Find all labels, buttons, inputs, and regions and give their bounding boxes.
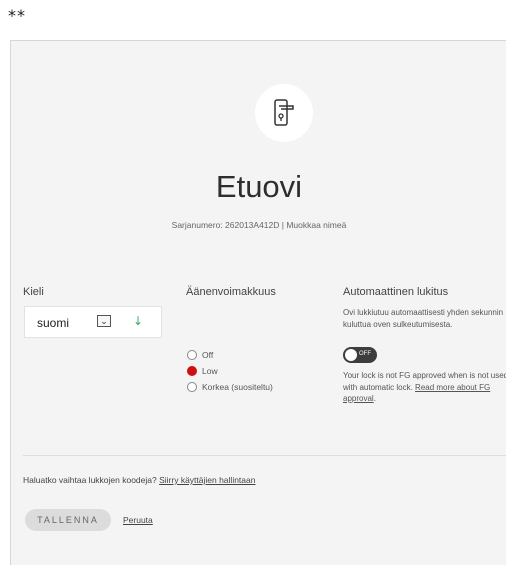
codes-prompt-line: Haluatko vaihtaa lukkojen koodeja? Siirr… xyxy=(23,475,255,485)
fg-approval-note: Your lock is not FG approved when is not… xyxy=(343,370,506,405)
lock-avatar xyxy=(255,84,313,142)
serial-line: Sarjanumero: 262013A412D | Muokkaa nimeä xyxy=(11,220,506,230)
autolock-label: Automaattinen lukitus xyxy=(343,286,449,298)
toggle-knob xyxy=(345,349,357,361)
user-management-link[interactable]: Siirry käyttäjien hallintaan xyxy=(159,475,255,485)
door-handle-icon xyxy=(274,99,294,126)
codes-prompt: Haluatko vaihtaa lukkojen koodeja? xyxy=(23,475,160,485)
section-divider xyxy=(23,455,506,456)
fg-link-suffix: . xyxy=(373,394,376,403)
arrow-down-icon: ↓ xyxy=(133,314,144,328)
volume-option-label: Korkea (suositeltu) xyxy=(202,382,273,392)
chevron-down-icon[interactable]: ⌄ xyxy=(97,315,111,327)
volume-option-label: Low xyxy=(202,366,218,376)
volume-label: Äänenvoimakkuus xyxy=(186,286,276,298)
radio-low[interactable] xyxy=(187,366,197,376)
autolock-toggle[interactable]: OFF xyxy=(343,347,377,363)
language-selected-value: suomi xyxy=(37,316,70,330)
lock-settings-panel: Etuovi Sarjanumero: 262013A412D | Muokka… xyxy=(10,40,506,565)
volume-option-label: Off xyxy=(202,350,214,360)
language-select[interactable]: suomi ⌄ ↓ xyxy=(24,306,162,338)
rename-link[interactable]: Muokkaa nimeä xyxy=(286,220,346,230)
lock-name: Etuovi xyxy=(215,169,303,204)
radio-high[interactable] xyxy=(187,382,197,392)
volume-option-low[interactable]: Low xyxy=(187,366,218,376)
volume-option-off[interactable]: Off xyxy=(187,350,213,360)
volume-option-high[interactable]: Korkea (suositeltu) xyxy=(187,382,273,392)
serial-number: Sarjanumero: 262013A412D | xyxy=(171,220,287,230)
save-button[interactable]: TALLENNA xyxy=(25,509,111,531)
autolock-description: Ovi lukkiutuu automaattisesti yhden seku… xyxy=(343,308,504,329)
radio-off[interactable] xyxy=(187,350,197,360)
cancel-link[interactable]: Peruuta xyxy=(123,515,153,525)
language-label: Kieli xyxy=(23,286,44,298)
header-stars: ** xyxy=(8,6,26,25)
toggle-state-text: OFF xyxy=(359,351,371,357)
